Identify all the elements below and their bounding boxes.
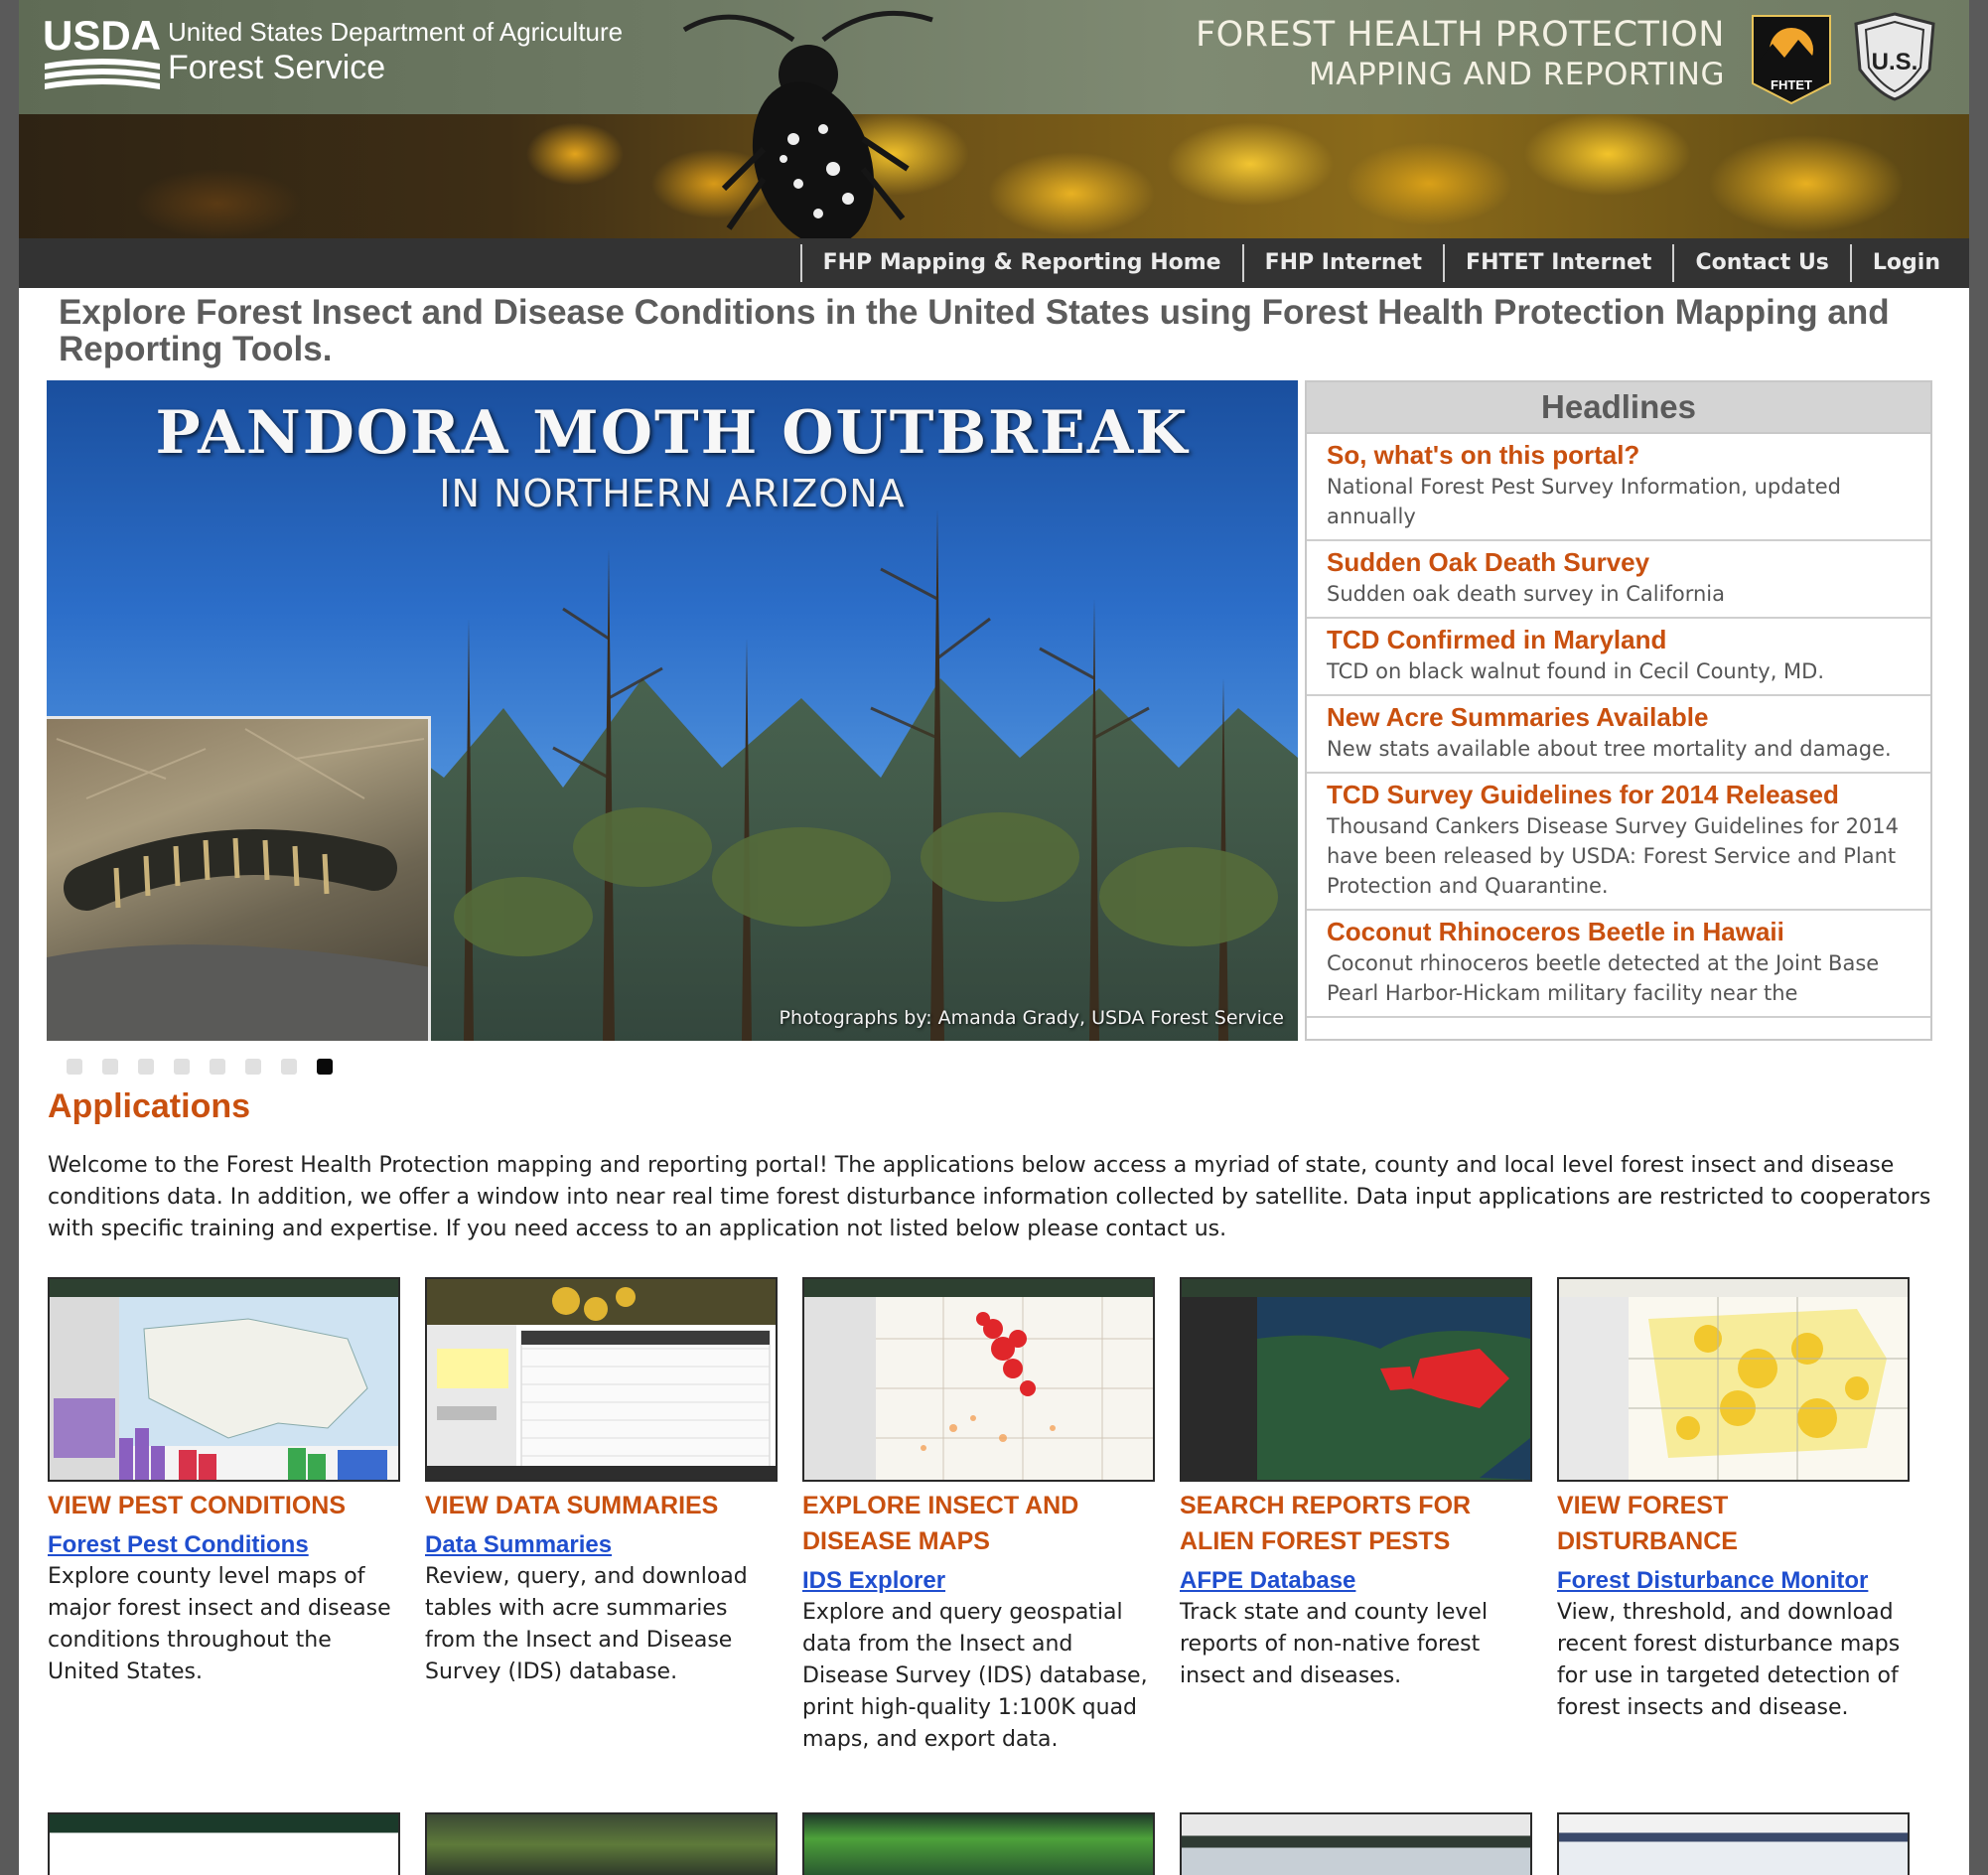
headline-description: Thousand Cankers Disease Survey Guidelin… [1327,814,1900,898]
applications-intro: Welcome to the Forest Health Protection … [48,1153,1931,1241]
app-thumbnail[interactable] [1557,1277,1910,1482]
slider-dot[interactable] [102,1059,118,1075]
slider-dot[interactable] [138,1059,154,1075]
headlines-panel: Headlines So, what's on this portal? Nati… [1305,380,1932,1041]
headline-title[interactable]: TCD Survey Guidelines for 2014 Released [1327,778,1911,811]
app-description: View, threshold, and download recent for… [1557,1600,1901,1720]
top-nav: FHP Mapping & Reporting Home FHP Internet… [19,238,1969,288]
fhtet-logo-text: FHTET [1771,77,1812,92]
site-title-line-2: MAPPING AND REPORTING [1309,57,1725,92]
usda-logo-text: USDA [43,12,161,59]
app-thumbnail[interactable] [1180,1277,1532,1482]
fhtet-logo: FHTET [1752,15,1831,105]
hero-slide[interactable]: PANDORA MOTH OUTBREAK IN NORTHERN ARIZON… [47,380,1298,1041]
app-category: SEARCH REPORTS FOR ALIEN FOREST PESTS [1180,1492,1472,1555]
slider-pagination [67,1059,333,1075]
app-description: Review, query, and download tables with … [425,1564,748,1684]
app-description: Track state and county level reports of … [1180,1600,1489,1688]
agency-line-1: United States Department of Agriculture [168,17,624,47]
headlines-title: Headlines [1307,382,1930,434]
headline-description: New stats available about tree mortality… [1327,737,1892,761]
app-link-forest-pest-conditions[interactable]: Forest Pest Conditions [48,1529,400,1561]
slider-dot[interactable] [281,1059,297,1075]
app-category: VIEW FOREST DISTURBANCE [1557,1492,1738,1555]
app-card-forest-pest-conditions: VIEW PEST CONDITIONS Forest Pest Conditio… [48,1277,400,1688]
app-thumbnail-row2-4[interactable] [1180,1812,1532,1875]
applications-heading: Applications [48,1087,251,1125]
app-thumbnail[interactable] [48,1277,400,1482]
headline-title[interactable]: New Acre Summaries Available [1327,700,1911,734]
app-thumbnail-row2-3[interactable] [802,1812,1155,1875]
headline-title[interactable]: TCD Confirmed in Maryland [1327,623,1911,656]
nav-item-login[interactable]: Login [1849,244,1961,282]
headline-title[interactable]: Coconut Rhinoceros Beetle in Hawaii [1327,915,1911,948]
headline-item[interactable]: Sudden Oak Death Survey Sudden oak death … [1307,541,1930,619]
headline-description: TCD on black walnut found in Cecil Count… [1327,659,1825,683]
hero-subtitle: IN NORTHERN ARIZONA [439,472,906,515]
app-thumbnail-row2-1[interactable] [48,1812,400,1875]
slider-dot[interactable] [174,1059,190,1075]
headline-item[interactable]: TCD Survey Guidelines for 2014 Released T… [1307,774,1930,911]
agency-line-2: Forest Service [168,49,386,86]
slider-dot[interactable] [210,1059,225,1075]
usda-logo: USDA [43,12,161,89]
app-thumbnail-row2-2[interactable] [425,1812,778,1875]
headline-title[interactable]: So, what's on this portal? [1327,438,1911,472]
site-title-line-1: FOREST HEALTH PROTECTION [1195,15,1725,55]
nav-item-contact-us[interactable]: Contact Us [1672,244,1849,282]
slider-dot[interactable] [67,1059,82,1075]
app-thumbnail-row2-5[interactable] [1557,1812,1910,1875]
page: USDA United States Department of Agricul… [19,0,1969,1875]
headline-description: Sudden oak death survey in California [1327,582,1725,606]
agency-name: United States Department of Agriculture … [168,16,623,87]
headline-item[interactable]: Coconut Rhinoceros Beetle in Hawaii Cocon… [1307,911,1930,1018]
headline-description: National Forest Pest Survey Information,… [1327,475,1841,528]
beetle-image [682,10,933,238]
headline-item[interactable]: TCD Confirmed in Maryland TCD on black wa… [1307,619,1930,696]
slider-dot[interactable] [317,1059,333,1075]
app-card-forest-disturbance-monitor: VIEW FOREST DISTURBANCE Forest Disturbanc… [1557,1277,1910,1724]
site-banner: USDA United States Department of Agricul… [19,0,1969,238]
app-category: VIEW PEST CONDITIONS [48,1492,347,1519]
nav-item-fhtet-internet[interactable]: FHTET Internet [1443,244,1672,282]
app-card-data-summaries: VIEW DATA SUMMARIES Data Summaries Review,… [425,1277,778,1688]
app-category: EXPLORE INSECT AND DISEASE MAPS [802,1492,1079,1555]
page-title: Explore Forest Insect and Disease Condit… [59,293,1890,368]
caterpillar-photo [47,716,431,1041]
headline-item[interactable]: New Acre Summaries Available New stats av… [1307,696,1930,774]
headline-description: Coconut rhinoceros beetle detected at th… [1327,951,1880,1005]
nav-item-fhp-mapping-reporting-home[interactable]: FHP Mapping & Reporting Home [799,244,1242,282]
hero-title: PANDORA MOTH OUTBREAK [155,398,1190,468]
hero-photo-credit: Photographs by: Amanda Grady, USDA Fores… [779,1007,1284,1029]
site-title: FOREST HEALTH PROTECTION MAPPING AND REP… [1196,14,1725,93]
app-thumbnail[interactable] [802,1277,1155,1482]
nav-item-fhp-internet[interactable]: FHP Internet [1241,244,1443,282]
slider-dot[interactable] [245,1059,261,1075]
app-description: Explore and query geospatial data from t… [802,1600,1148,1752]
autumn-leaves-image [19,114,1969,238]
app-category: VIEW DATA SUMMARIES [425,1492,719,1519]
app-card-afpe-database: SEARCH REPORTS FOR ALIEN FOREST PESTS AFP… [1180,1277,1532,1692]
app-link-data-summaries[interactable]: Data Summaries [425,1529,778,1561]
forest-service-shield-text: U.S. [1872,49,1918,75]
app-description: Explore county level maps of major fores… [48,1564,391,1684]
app-thumbnail[interactable] [425,1277,778,1482]
app-link-forest-disturbance-monitor[interactable]: Forest Disturbance Monitor [1557,1565,1910,1597]
app-link-afpe-database[interactable]: AFPE Database [1180,1565,1532,1597]
app-card-ids-explorer: EXPLORE INSECT AND DISEASE MAPS IDS Explo… [802,1277,1155,1756]
headline-title[interactable]: Sudden Oak Death Survey [1327,545,1911,579]
forest-service-shield-icon: U.S. [1854,12,1935,101]
headline-item[interactable]: So, what's on this portal? National Fores… [1307,434,1930,541]
app-link-ids-explorer[interactable]: IDS Explorer [802,1565,1155,1597]
